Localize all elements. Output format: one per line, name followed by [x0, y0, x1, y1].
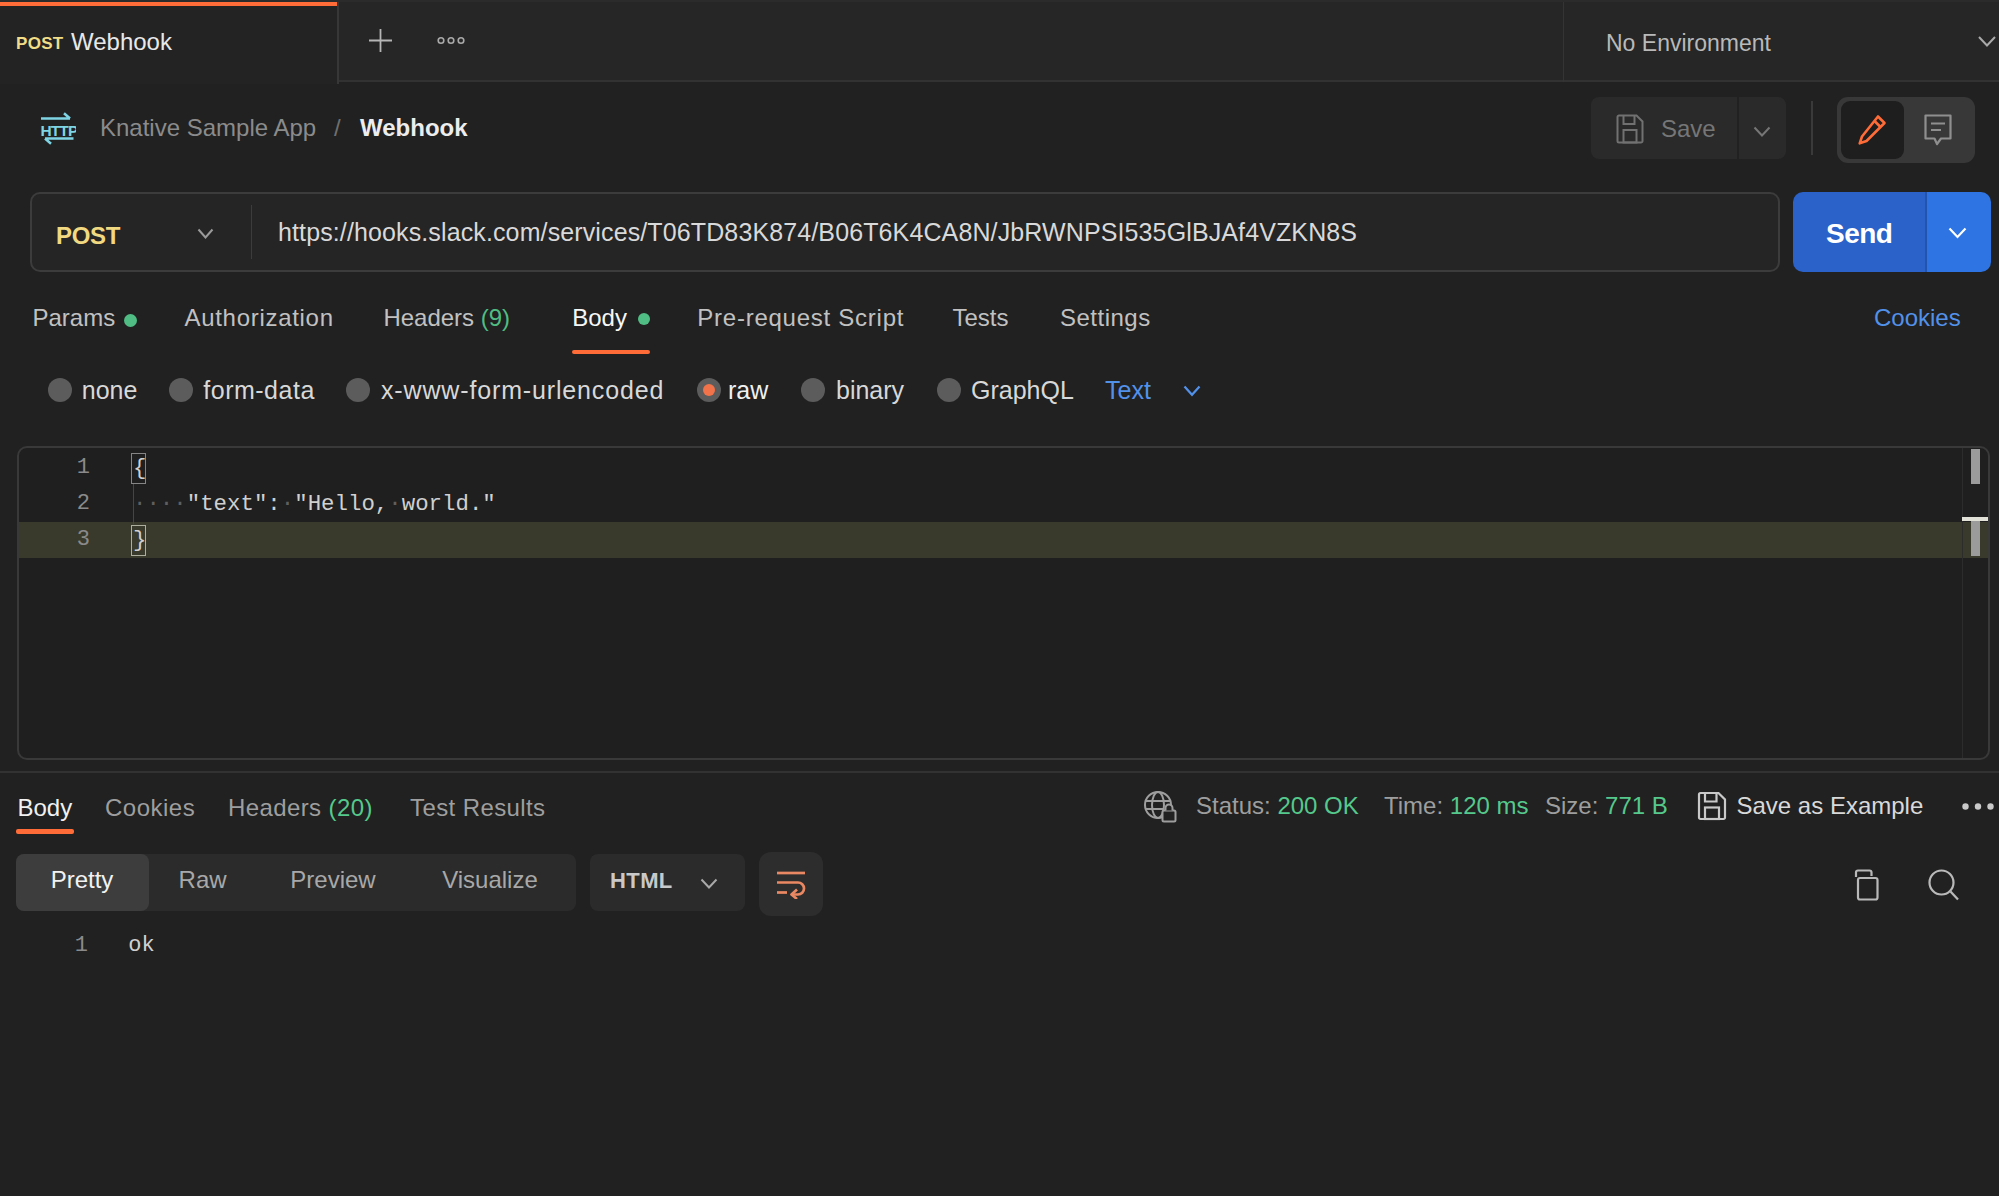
svg-text:HTTP: HTTP: [41, 122, 77, 139]
